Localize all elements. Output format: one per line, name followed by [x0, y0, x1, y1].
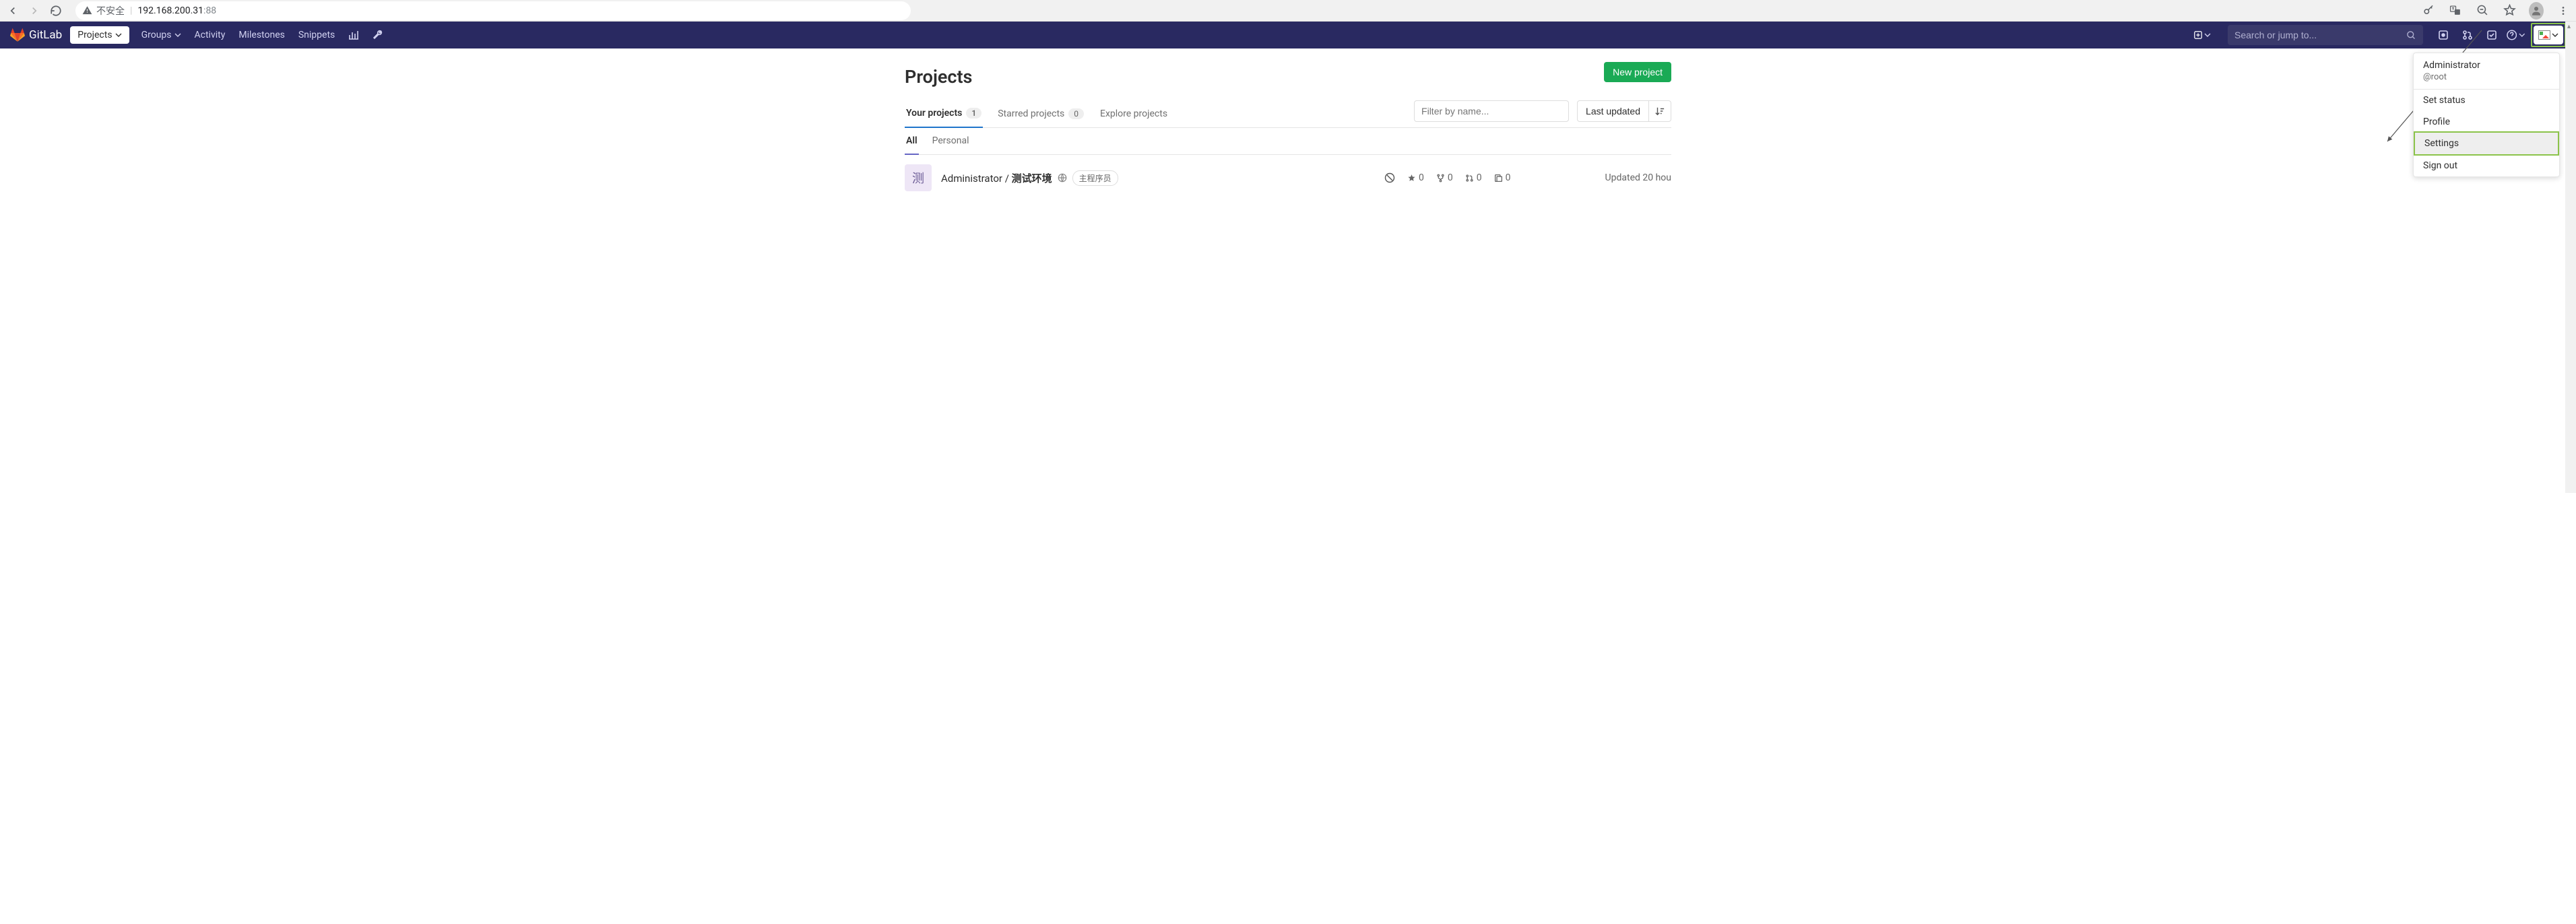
new-project-button[interactable]: New project: [1604, 62, 1671, 82]
user-menu-toggle[interactable]: [2534, 26, 2563, 44]
plus-dropdown[interactable]: [2190, 26, 2214, 44]
scrollbar-up-arrow[interactable]: ▴: [2567, 23, 2574, 30]
menu-profile[interactable]: Profile: [2414, 111, 2559, 133]
issues-icon: [1494, 174, 1503, 183]
profile-avatar[interactable]: [2529, 3, 2544, 18]
sort-dropdown[interactable]: Last updated: [1577, 100, 1649, 122]
your-projects-count: 1: [966, 108, 981, 119]
filter-input[interactable]: [1414, 100, 1569, 122]
role-badge: 主程序员: [1072, 170, 1118, 186]
groups-dropdown[interactable]: Groups: [135, 30, 188, 40]
zoom-icon[interactable]: [2475, 3, 2490, 18]
menu-sign-out[interactable]: Sign out: [2414, 155, 2559, 176]
address-bar[interactable]: 不安全 | 192.168.200.31:88: [75, 1, 911, 20]
url-port: :88: [203, 5, 216, 16]
issues-icon[interactable]: [2434, 25, 2453, 45]
star-icon[interactable]: [2502, 3, 2517, 18]
project-avatar: 测: [905, 164, 932, 191]
sort-desc-icon: [1655, 106, 1665, 116]
project-stats: 0 0 0 0: [1384, 172, 1511, 183]
tab-your-projects[interactable]: Your projects 1: [905, 100, 983, 128]
broken-avatar-icon: [2538, 30, 2550, 40]
project-owner[interactable]: Administrator: [941, 172, 1002, 185]
project-scope-tabs: Your projects 1 Starred projects 0 Explo…: [905, 100, 1671, 128]
search-input[interactable]: [2234, 30, 2406, 40]
user-name: Administrator: [2423, 60, 2550, 71]
merge-requests-icon[interactable]: [2458, 25, 2477, 45]
translate-icon[interactable]: [2448, 3, 2463, 18]
menu-settings-highlight: Settings: [2414, 131, 2559, 156]
starred-count: 0: [1068, 108, 1084, 119]
url-host: 192.168.200.31: [137, 5, 203, 16]
snippets-link[interactable]: Snippets: [292, 30, 342, 40]
sort-direction-button[interactable]: [1649, 100, 1671, 122]
menu-set-status[interactable]: Set status: [2414, 90, 2559, 111]
help-icon[interactable]: [2507, 25, 2525, 45]
star-icon: [1407, 174, 1416, 183]
stars-stat[interactable]: 0: [1407, 172, 1424, 183]
tab-starred-projects[interactable]: Starred projects 0: [996, 100, 1085, 127]
fork-icon: [1436, 174, 1445, 183]
back-button[interactable]: [5, 3, 20, 18]
user-dropdown-menu: Administrator @root Set status Profile S…: [2413, 53, 2560, 177]
insecure-icon: [82, 5, 92, 15]
issues-stat[interactable]: 0: [1494, 172, 1511, 183]
milestones-link[interactable]: Milestones: [232, 30, 292, 40]
gitlab-header: GitLab Projects Groups Activity Mileston…: [0, 22, 2576, 48]
project-name: Administrator / 测试环境 主程序员: [941, 170, 1118, 186]
pipeline-status-icon: [1384, 172, 1395, 183]
user-handle: @root: [2423, 72, 2550, 82]
scrollbar[interactable]: [2565, 22, 2576, 493]
menu-icon[interactable]: [2556, 3, 2571, 18]
subtab-personal[interactable]: Personal: [931, 128, 971, 154]
merge-icon: [1465, 174, 1474, 183]
page-title: Projects: [905, 66, 972, 88]
project-repo-name[interactable]: 测试环境: [1012, 172, 1052, 185]
todos-icon[interactable]: [2482, 25, 2501, 45]
mrs-stat[interactable]: 0: [1465, 172, 1482, 183]
wrench-icon[interactable]: [366, 30, 390, 40]
tab-explore-projects[interactable]: Explore projects: [1099, 100, 1169, 127]
insecure-label: 不安全: [96, 4, 125, 18]
search-bar[interactable]: [2228, 25, 2423, 45]
user-info: Administrator @root: [2414, 53, 2559, 89]
menu-settings[interactable]: Settings: [2415, 133, 2558, 154]
forks-stat[interactable]: 0: [1436, 172, 1453, 183]
visibility-icon: [1058, 173, 1067, 183]
subtab-all[interactable]: All: [905, 128, 919, 155]
reload-button[interactable]: [49, 3, 63, 18]
user-menu-highlight: [2531, 23, 2566, 47]
projects-dropdown[interactable]: Projects: [70, 26, 129, 44]
search-icon: [2406, 30, 2416, 40]
project-updated: Updated 20 hou: [1605, 172, 1671, 183]
analytics-icon[interactable]: [342, 30, 366, 40]
project-filter-subtabs: All Personal: [905, 128, 1671, 155]
main-content: Projects New project Your projects 1 Sta…: [905, 48, 1671, 214]
project-list-item[interactable]: 测 Administrator / 测试环境 主程序员 0 0: [905, 155, 1671, 201]
gitlab-brand: GitLab: [29, 28, 62, 42]
forward-button[interactable]: [27, 3, 42, 18]
gitlab-logo[interactable]: GitLab: [10, 28, 62, 42]
browser-toolbar: 不安全 | 192.168.200.31:88: [0, 0, 2576, 22]
key-icon[interactable]: [2421, 3, 2436, 18]
activity-link[interactable]: Activity: [188, 30, 232, 40]
